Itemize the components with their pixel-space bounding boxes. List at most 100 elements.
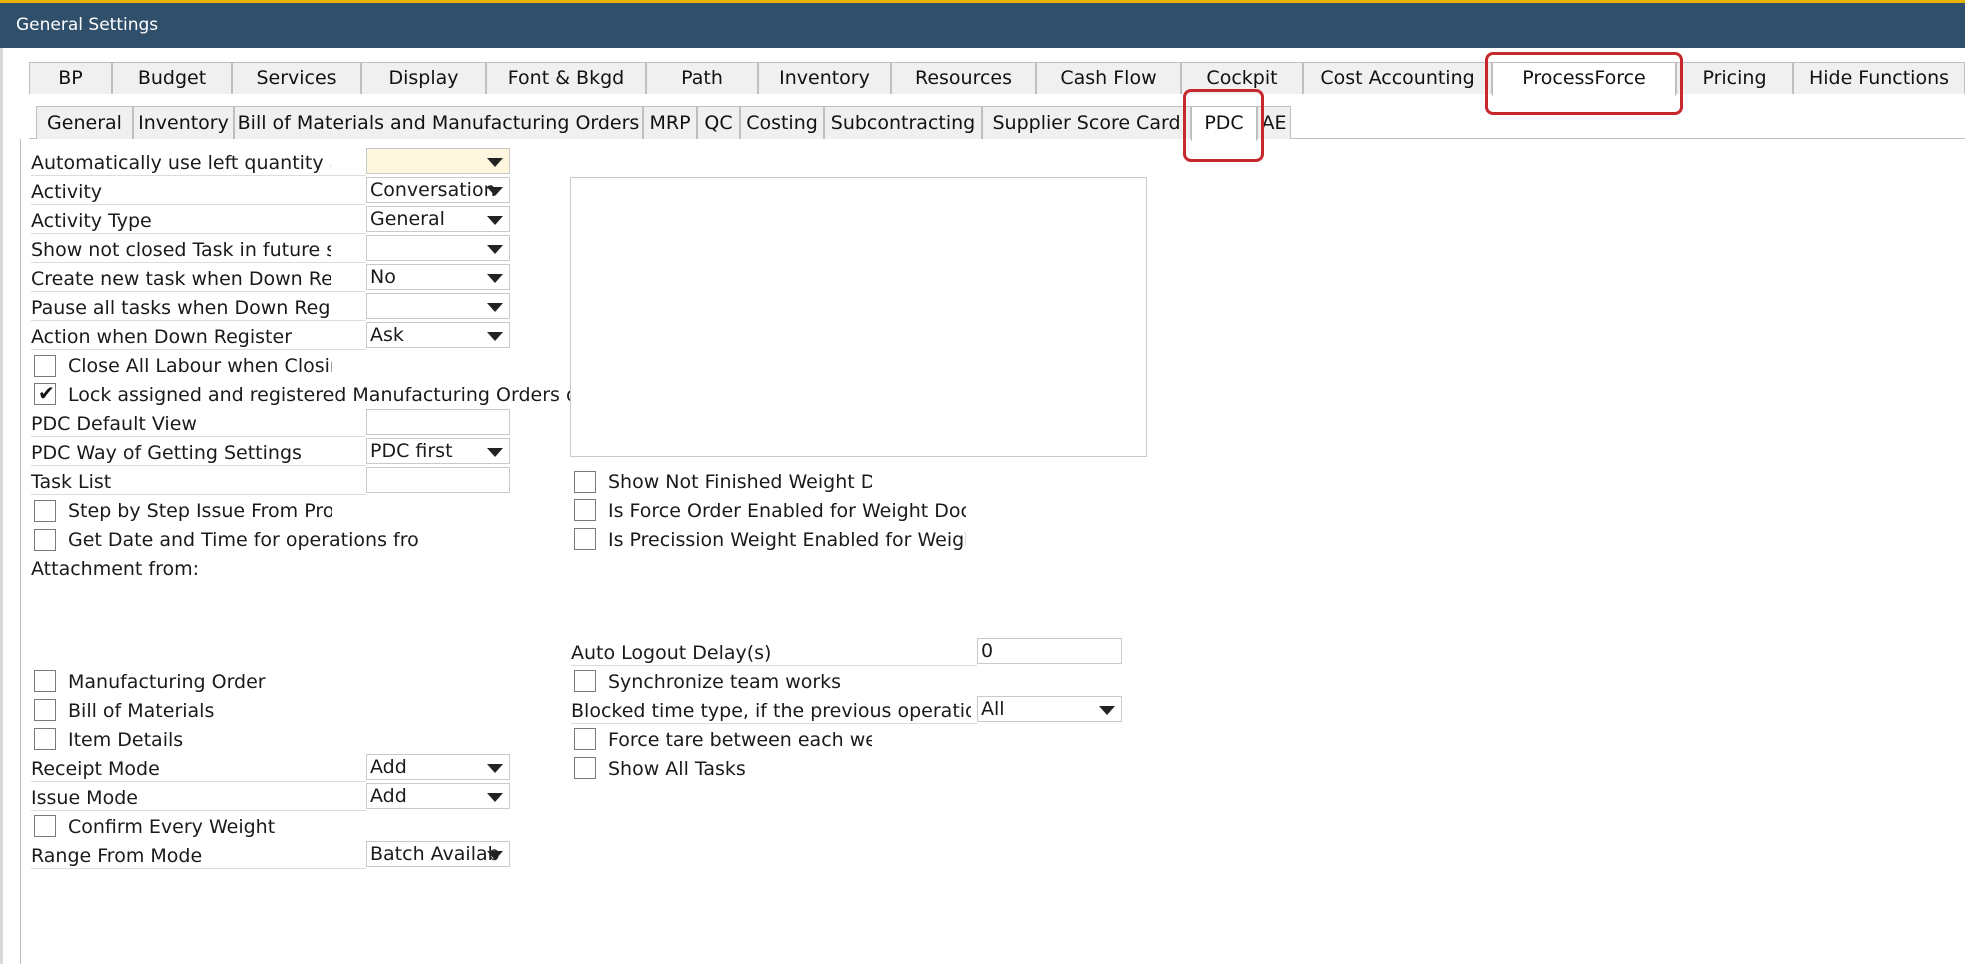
- auto-logout-delay-input[interactable]: 0: [977, 638, 1122, 664]
- chevron-down-icon: [487, 303, 503, 312]
- subtab-bom-mo[interactable]: Bill of Materials and Manufacturing Orde…: [234, 106, 643, 139]
- row-separator: [31, 233, 366, 234]
- action-down-register-dropdown[interactable]: Ask: [366, 322, 510, 348]
- tab-bp[interactable]: BP: [29, 62, 112, 94]
- show-all-tasks-checkbox[interactable]: [574, 757, 596, 779]
- close-all-labour-checkbox[interactable]: [34, 355, 56, 377]
- row-separator: [31, 436, 366, 437]
- window-left-border: [0, 48, 3, 964]
- tab-path[interactable]: Path: [646, 62, 758, 94]
- blocked-time-type-value: All: [981, 698, 1005, 720]
- activity-type-label: Activity Type: [31, 210, 152, 232]
- tab-services[interactable]: Services: [232, 62, 361, 94]
- subtab-subcontracting[interactable]: Subcontracting: [824, 106, 982, 139]
- subtab-supplier-score-card[interactable]: Supplier Score Card: [982, 106, 1191, 139]
- receipt-mode-dropdown[interactable]: Add: [366, 754, 510, 780]
- close-all-labour-label: Close All Labour when Closing: [68, 355, 332, 377]
- row-separator: [31, 204, 366, 205]
- pdc-way-value: PDC first: [370, 440, 453, 462]
- range-from-mode-dropdown[interactable]: Batch Availab: [366, 841, 510, 867]
- checkmark-icon: ✔: [38, 381, 55, 405]
- chevron-down-icon: [487, 187, 503, 196]
- tab-pricing[interactable]: Pricing: [1676, 62, 1793, 94]
- show-not-finished-weight-checkbox[interactable]: [574, 471, 596, 493]
- receipt-mode-value: Add: [370, 756, 407, 778]
- subtab-costing[interactable]: Costing: [740, 106, 824, 139]
- item-details-label: Item Details: [68, 729, 184, 751]
- force-tare-checkbox[interactable]: [574, 728, 596, 750]
- tab-display[interactable]: Display: [361, 62, 486, 94]
- attachment-from-label: Attachment from:: [31, 558, 200, 580]
- bill-of-materials-checkbox[interactable]: [34, 699, 56, 721]
- row-separator: [571, 723, 977, 724]
- chevron-down-icon: [487, 764, 503, 773]
- show-not-closed-label: Show not closed Task in future se: [31, 239, 331, 261]
- show-not-finished-weight-label: Show Not Finished Weight Do: [608, 471, 872, 493]
- action-down-register-label: Action when Down Register: [31, 326, 292, 348]
- subtab-general[interactable]: General: [36, 106, 133, 139]
- show-not-closed-dropdown[interactable]: [366, 235, 510, 261]
- subtab-qc[interactable]: QC: [697, 106, 740, 139]
- chevron-down-icon: [487, 274, 503, 283]
- activity-label: Activity: [31, 181, 103, 203]
- activity-type-dropdown[interactable]: General: [366, 206, 510, 232]
- item-details-checkbox[interactable]: [34, 728, 56, 750]
- chevron-down-icon: [487, 158, 503, 167]
- tab-cash-flow[interactable]: Cash Flow: [1036, 62, 1181, 94]
- range-from-mode-value: Batch Availab: [370, 843, 500, 865]
- blocked-time-type-label: Blocked time type, if the previous opera…: [571, 700, 971, 722]
- chevron-down-icon: [487, 793, 503, 802]
- step-by-step-checkbox[interactable]: [34, 500, 56, 522]
- picture-box[interactable]: [570, 177, 1147, 457]
- issue-mode-label: Issue Mode: [31, 787, 138, 809]
- get-date-time-checkbox[interactable]: [34, 529, 56, 551]
- receipt-mode-label: Receipt Mode: [31, 758, 160, 780]
- manufacturing-order-checkbox[interactable]: [34, 670, 56, 692]
- task-list-input[interactable]: [366, 467, 510, 493]
- tab-cost-accounting[interactable]: Cost Accounting: [1303, 62, 1492, 94]
- create-new-task-dropdown[interactable]: No: [366, 264, 510, 290]
- tab-budget[interactable]: Budget: [112, 62, 232, 94]
- row-separator: [31, 349, 366, 350]
- synchronize-team-works-checkbox[interactable]: [574, 670, 596, 692]
- pdc-way-dropdown[interactable]: PDC first: [366, 438, 510, 464]
- lock-assigned-checkbox[interactable]: ✔: [34, 381, 56, 405]
- auto-left-qty-dropdown[interactable]: [366, 148, 510, 174]
- tab-resources[interactable]: Resources: [891, 62, 1036, 94]
- row-separator: [31, 810, 366, 811]
- precision-weight-checkbox[interactable]: [574, 528, 596, 550]
- activity-value: Conversation: [370, 179, 496, 201]
- subtab-mrp[interactable]: MRP: [643, 106, 697, 139]
- chevron-down-icon: [1099, 706, 1115, 715]
- force-order-checkbox[interactable]: [574, 499, 596, 521]
- blocked-time-type-dropdown[interactable]: All: [977, 696, 1122, 722]
- manufacturing-order-label: Manufacturing Order: [68, 671, 266, 693]
- row-separator: [571, 665, 977, 666]
- create-new-task-label: Create new task when Down Regi: [31, 268, 331, 290]
- confirm-every-weight-label: Confirm Every Weight: [68, 816, 276, 838]
- row-separator: [31, 781, 366, 782]
- bill-of-materials-label: Bill of Materials: [68, 700, 215, 722]
- confirm-every-weight-checkbox[interactable]: [34, 815, 56, 837]
- activity-dropdown[interactable]: Conversation: [366, 177, 510, 203]
- pause-all-tasks-label: Pause all tasks when Down Regis: [31, 297, 331, 319]
- window-title: General Settings: [16, 15, 159, 35]
- chevron-down-icon: [487, 216, 503, 225]
- show-all-tasks-label: Show All Tasks: [608, 758, 746, 780]
- pdc-default-view-label: PDC Default View: [31, 413, 197, 435]
- pdc-default-view-input[interactable]: [366, 409, 510, 435]
- tab-hide-functions[interactable]: Hide Functions: [1793, 62, 1965, 94]
- tab-font-bkgd[interactable]: Font & Bkgd: [486, 62, 646, 94]
- range-from-mode-label: Range From Mode: [31, 845, 203, 867]
- create-new-task-value: No: [370, 266, 396, 288]
- row-separator: [31, 465, 366, 466]
- chevron-down-icon: [487, 448, 503, 457]
- tab-inventory[interactable]: Inventory: [758, 62, 891, 94]
- subtab-inventory[interactable]: Inventory: [133, 106, 234, 139]
- auto-logout-delay-label: Auto Logout Delay(s): [571, 642, 772, 664]
- force-order-label: Is Force Order Enabled for Weight Docur: [608, 500, 966, 522]
- pause-all-tasks-dropdown[interactable]: [366, 293, 510, 319]
- row-separator: [31, 868, 366, 869]
- issue-mode-dropdown[interactable]: Add: [366, 783, 510, 809]
- processforce-tab-highlight: [1485, 52, 1683, 115]
